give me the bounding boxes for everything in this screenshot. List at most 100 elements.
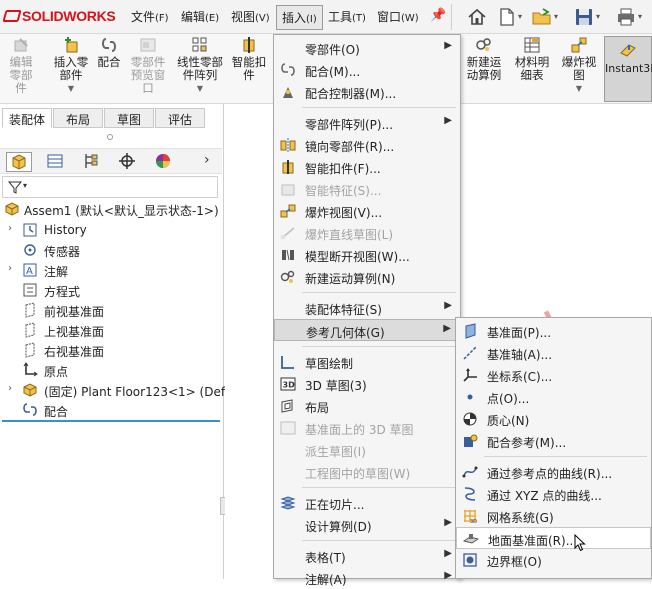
tree-end-marker	[2, 420, 220, 422]
menu-item-mate-controller[interactable]: 配合控制器(M)...	[274, 81, 460, 103]
submenu-item-point[interactable]: 点(O)...	[456, 386, 651, 408]
menu-item-derived-sketch[interactable]: 派生草图(I)	[274, 439, 460, 461]
menu-bar: SOLIDWORKS 文件(F) 编辑(E) 视图(V) 插入(I) 工具(T)…	[0, 0, 652, 34]
submenu-item-curve-through-points[interactable]: 通过参考点的曲线(R)...	[456, 461, 651, 483]
home-icon[interactable]	[466, 6, 488, 28]
menu-item-smart-feature[interactable]: 智能特征(S)...	[274, 178, 460, 200]
menu-item-exploded-view[interactable]: 爆炸视图(V)...	[274, 200, 460, 222]
menu-file[interactable]: 文件(F)	[131, 8, 169, 25]
chevron-down-icon[interactable]: ▾	[638, 12, 642, 21]
chevron-right-icon[interactable]: ›	[204, 152, 210, 168]
menu-item-3d-sketch-on-plane[interactable]: 基准面上的 3D 草图	[274, 417, 460, 439]
pin-icon[interactable]: 📌	[430, 8, 446, 23]
chevron-down-icon[interactable]: ▾	[554, 12, 558, 21]
bill-of-materials-button[interactable]: 材料明细表	[512, 36, 552, 82]
mate-reference-icon	[464, 434, 478, 447]
expand-arrow-icon[interactable]: ›	[8, 383, 18, 394]
menu-separator	[302, 292, 456, 293]
menu-item-assembly-feature[interactable]: 装配体特征(S) ▶	[274, 297, 460, 319]
submenu-item-grid-system[interactable]: 3D 网格系统(G)	[456, 505, 651, 527]
plane-icon	[465, 323, 476, 339]
submenu-item-axis[interactable]: 基准轴(A)...	[456, 342, 651, 364]
component-preview-icon	[140, 38, 156, 52]
menu-item-model-break-view[interactable]: 模型断开视图(W)...	[274, 244, 460, 266]
menu-item-sketch-from-drawing[interactable]: 工程图中的草图(W)	[274, 461, 460, 483]
tab-layout[interactable]: 布局	[53, 108, 103, 128]
dimxpert-manager-tab[interactable]	[114, 152, 140, 172]
ds-logo-icon	[2, 10, 22, 22]
expand-arrow-icon[interactable]: ›	[8, 263, 18, 274]
menu-item-component[interactable]: 零部件(O) ▶	[274, 37, 460, 59]
component-preview-window-button[interactable]: 零部件预览窗口	[128, 36, 168, 95]
splitter-handle[interactable]	[107, 134, 113, 140]
feature-tree-filter[interactable]: ▾	[2, 176, 218, 198]
open-folder-icon[interactable]	[531, 6, 553, 28]
mate-button[interactable]: 配合	[96, 36, 122, 69]
menu-item-annotations[interactable]: 注解(A) ▶	[274, 567, 460, 589]
chevron-down-icon[interactable]: ▾	[518, 12, 522, 21]
history-icon	[23, 223, 37, 237]
submenu-item-coordinate-system[interactable]: 坐标系(C)...	[456, 364, 651, 386]
instant3d-button[interactable]: Instant3D	[604, 36, 652, 102]
submenu-item-mate-reference[interactable]: 配合参考(M)...	[456, 430, 651, 452]
smart-fastener-button[interactable]: 智能扣件	[230, 36, 268, 82]
explode-icon	[280, 204, 296, 218]
new-motion-study-button[interactable]: 新建运动算例	[464, 36, 504, 82]
menu-separator	[302, 107, 456, 108]
smart-fastener-icon	[243, 37, 255, 53]
menu-tools[interactable]: 工具(T)	[328, 8, 366, 25]
separator	[451, 4, 452, 30]
menu-item-layout[interactable]: 布局	[274, 395, 460, 417]
tab-sketch[interactable]: 草图	[104, 108, 154, 128]
exploded-view-button[interactable]: 爆炸视图 ▼	[560, 36, 598, 95]
menu-window[interactable]: 窗口(W)	[377, 8, 419, 25]
plane-icon	[25, 342, 35, 358]
break-view-icon	[282, 249, 294, 261]
menu-edit[interactable]: 编辑(E)	[181, 8, 219, 25]
expand-arrow-icon[interactable]: ›	[8, 223, 18, 234]
menu-insert[interactable]: 插入(I)	[276, 5, 323, 30]
menu-item-3d-sketch[interactable]: 3D 3D 草图(3)	[274, 373, 460, 395]
menu-item-sketch[interactable]: 草图绘制	[274, 351, 460, 373]
menu-item-new-motion-study[interactable]: 新建运动算例(N)	[274, 266, 460, 288]
new-document-icon[interactable]	[496, 6, 518, 28]
smart-feature-icon	[281, 184, 295, 196]
configuration-manager-tab[interactable]	[78, 152, 104, 172]
3d-sketch-plane-icon	[280, 421, 296, 435]
submenu-arrow-icon: ▶	[444, 300, 452, 311]
menu-item-reference-geometry[interactable]: 参考几何体(G) ▶	[274, 319, 460, 341]
mate-icon	[23, 403, 37, 416]
save-icon[interactable]	[573, 6, 595, 28]
feature-manager-tab[interactable]	[6, 152, 32, 172]
menu-item-smart-fasteners[interactable]: 智能扣件(F)...	[274, 156, 460, 178]
fastener-icon	[282, 160, 294, 174]
grid-system-icon: 3D	[464, 510, 477, 524]
menu-item-mirror-components[interactable]: 镜向零部件(R)...	[274, 134, 460, 156]
menu-item-design-study[interactable]: 设计算例(D) ▶	[274, 514, 460, 536]
edit-component-button[interactable]: 编辑零部件	[4, 36, 38, 95]
explode-line-icon	[281, 227, 295, 239]
submenu-item-plane[interactable]: 基准面(P)...	[456, 320, 651, 342]
curve-through-points-icon	[462, 466, 478, 478]
svg-text:A: A	[26, 266, 33, 277]
tab-assembly[interactable]: 装配体	[2, 108, 52, 128]
submenu-item-bounding-box[interactable]: 边界框(O)	[456, 549, 651, 571]
submenu-item-ground-plane[interactable]: 地面基准面(R)...	[456, 527, 651, 549]
chevron-down-icon[interactable]: ▾	[596, 12, 600, 21]
tab-evaluate[interactable]: 评估	[155, 108, 205, 128]
menu-item-mate[interactable]: 配合(M)...	[274, 59, 460, 81]
submenu-item-curve-xyz[interactable]: 通过 XYZ 点的曲线...	[456, 483, 651, 505]
menu-view[interactable]: 视图(V)	[231, 8, 270, 25]
menu-item-explode-line-sketch[interactable]: 爆炸直线草图(L)	[274, 222, 460, 244]
feature-manager-pane: 装配体 布局 草图 评估 › ▾ Assem1 (默认<默认_显示状态-1>) …	[0, 104, 243, 579]
menu-item-slicing[interactable]: 正在切片...	[274, 492, 460, 514]
linear-component-pattern-button[interactable]: 线性零部件阵列 ▼	[176, 36, 224, 95]
display-manager-tab[interactable]	[150, 152, 176, 172]
print-icon[interactable]	[615, 6, 637, 28]
menu-item-tables[interactable]: 表格(T) ▶	[274, 545, 460, 567]
menu-item-component-pattern[interactable]: 零部件阵列(P)... ▶	[274, 112, 460, 134]
insert-component-button[interactable]: 插入零部件 ▼	[52, 36, 90, 95]
property-manager-tab[interactable]	[42, 152, 68, 172]
display-appearance-icon	[156, 154, 170, 168]
submenu-item-center-of-mass[interactable]: 质心(N)	[456, 408, 651, 430]
